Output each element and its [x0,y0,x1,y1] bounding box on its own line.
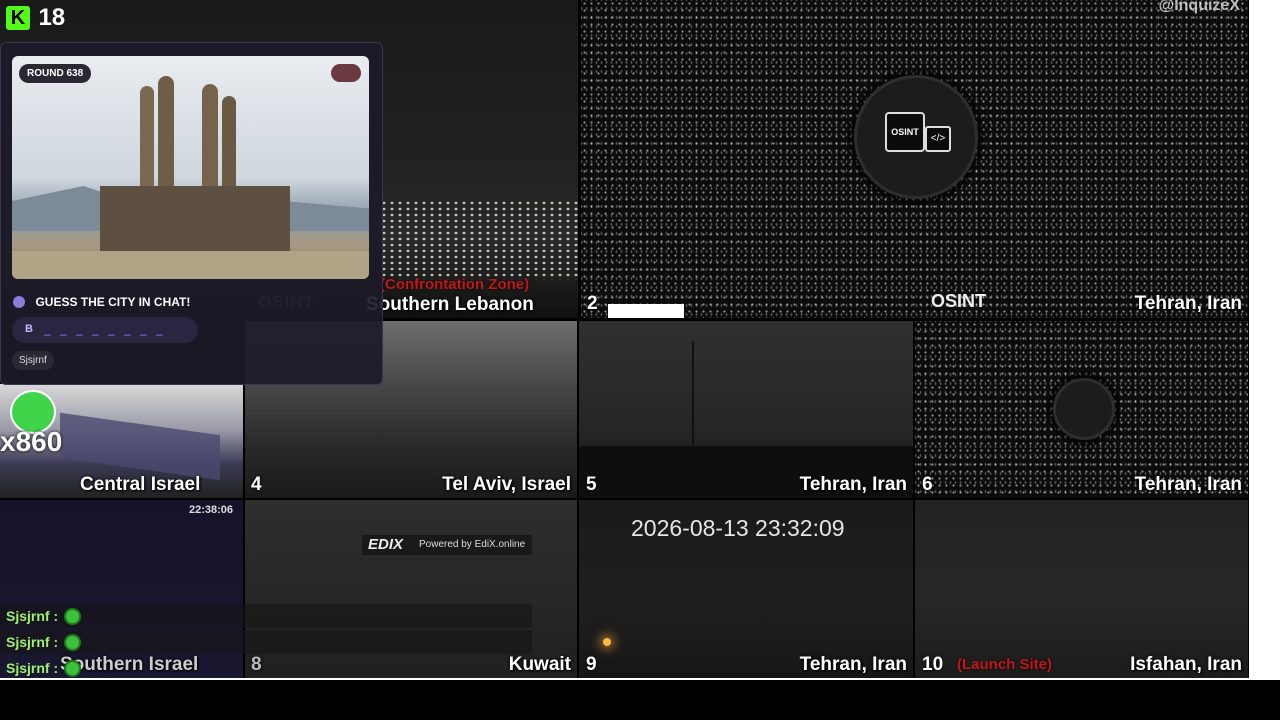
last-guesser: Sjsjrnf [12,351,54,370]
chat-username: Sjsjrnf : [6,634,59,650]
feed-7-time: 22:38:06 [188,504,233,516]
emote-icon [64,634,81,651]
feed-5-label: Tehran, Iran [799,474,907,495]
feed-2-number: 2 [587,293,598,314]
feed-9-number: 9 [586,654,597,675]
feed-9-label: Tehran, Iran [799,654,907,675]
chat-message: Sjsjrnf : [0,604,532,628]
channel-watermark: @InquizeX [1158,0,1240,14]
right-edge-gap [1249,0,1280,680]
osint-logo: OSINT </> [854,75,978,199]
osint-logo-tile: OSINT [885,112,925,152]
feed-3-label: Central Israel [80,474,201,495]
edix-logo: EDIX [368,536,404,553]
feed-2-tehran: OSINT </> @InquizeX 2 OSINT Tehran, Iran [581,0,1248,318]
feed-4-label: Tel Aviv, Israel [442,474,571,495]
quiz-panel: ROUND 638 GUESS THE CITY IN CHAT! B _ _ … [0,42,383,385]
city-lights [380,200,578,280]
chat-message: Sjsjrnf : [0,656,532,680]
quiz-prompt-row: GUESS THE CITY IN CHAT! [13,293,190,309]
streak-count: x860 [0,426,63,457]
edix-banner: EDIX Powered by EdiX.online [362,535,532,555]
feed-10-isfahan: 10 (Launch Site) Isfahan, Iran [915,500,1248,678]
feed-1-tag: (Confrontation Zone) [380,276,530,293]
foreground-buildings [12,251,369,279]
feed-9-tehran: 2026-08-13 23:32:09 9 Tehran, Iran [579,500,913,678]
bottom-border [0,678,1280,680]
viewer-count: K 18 [6,4,65,32]
emote-icon [64,608,81,625]
feed-4-number: 4 [251,474,262,495]
street-lamp [603,638,611,646]
chat-message: Sjsjrnf : [0,630,532,654]
round-badge: ROUND 638 [19,64,92,83]
kick-logo-icon: K [6,6,30,30]
feed-6-tehran: 6 Tehran, Iran [915,321,1248,498]
code-icon: </> [925,126,951,152]
chat-username: Sjsjrnf : [6,608,59,624]
antenna-mast [692,341,694,461]
feed-6-number: 6 [922,474,933,495]
hint-blanks: _ _ _ _ _ _ _ _ [44,322,166,336]
feed-2-label: Tehran, Iran [1134,293,1242,314]
chat-username: Sjsjrnf : [6,660,59,676]
powered-by-text: Powered by EdiX.online [419,539,526,550]
feed-1-label: Southern Lebanon [366,294,534,315]
basilica [90,76,290,266]
feed-2-brand: OSINT [931,291,987,311]
osint-logo-small [1053,378,1115,440]
hint-box: B _ _ _ _ _ _ _ _ [12,317,198,343]
quiz-image: ROUND 638 [12,56,369,279]
feed-6-label: Tehran, Iran [1134,474,1242,495]
quiz-prompt: GUESS THE CITY IN CHAT! [35,294,191,309]
emote-icon [64,660,81,677]
censor-bar [608,304,684,318]
feed-10-number: 10 [922,654,944,675]
hint-letter: B [25,323,33,335]
feed-10-tag: (Launch Site) [957,656,1053,673]
feed-9-timestamp: 2026-08-13 23:32:09 [631,515,845,541]
viewer-count-value: 18 [38,4,66,31]
streak-badge: x860 [0,386,70,457]
feed-10-label: Isfahan, Iran [1130,654,1242,675]
fire-icon [331,64,361,82]
vehicle-shape [60,412,220,481]
feed-5-number: 5 [586,474,597,495]
feed-5-tehran: 5 Tehran, Iran [579,321,913,498]
info-icon [13,295,25,308]
